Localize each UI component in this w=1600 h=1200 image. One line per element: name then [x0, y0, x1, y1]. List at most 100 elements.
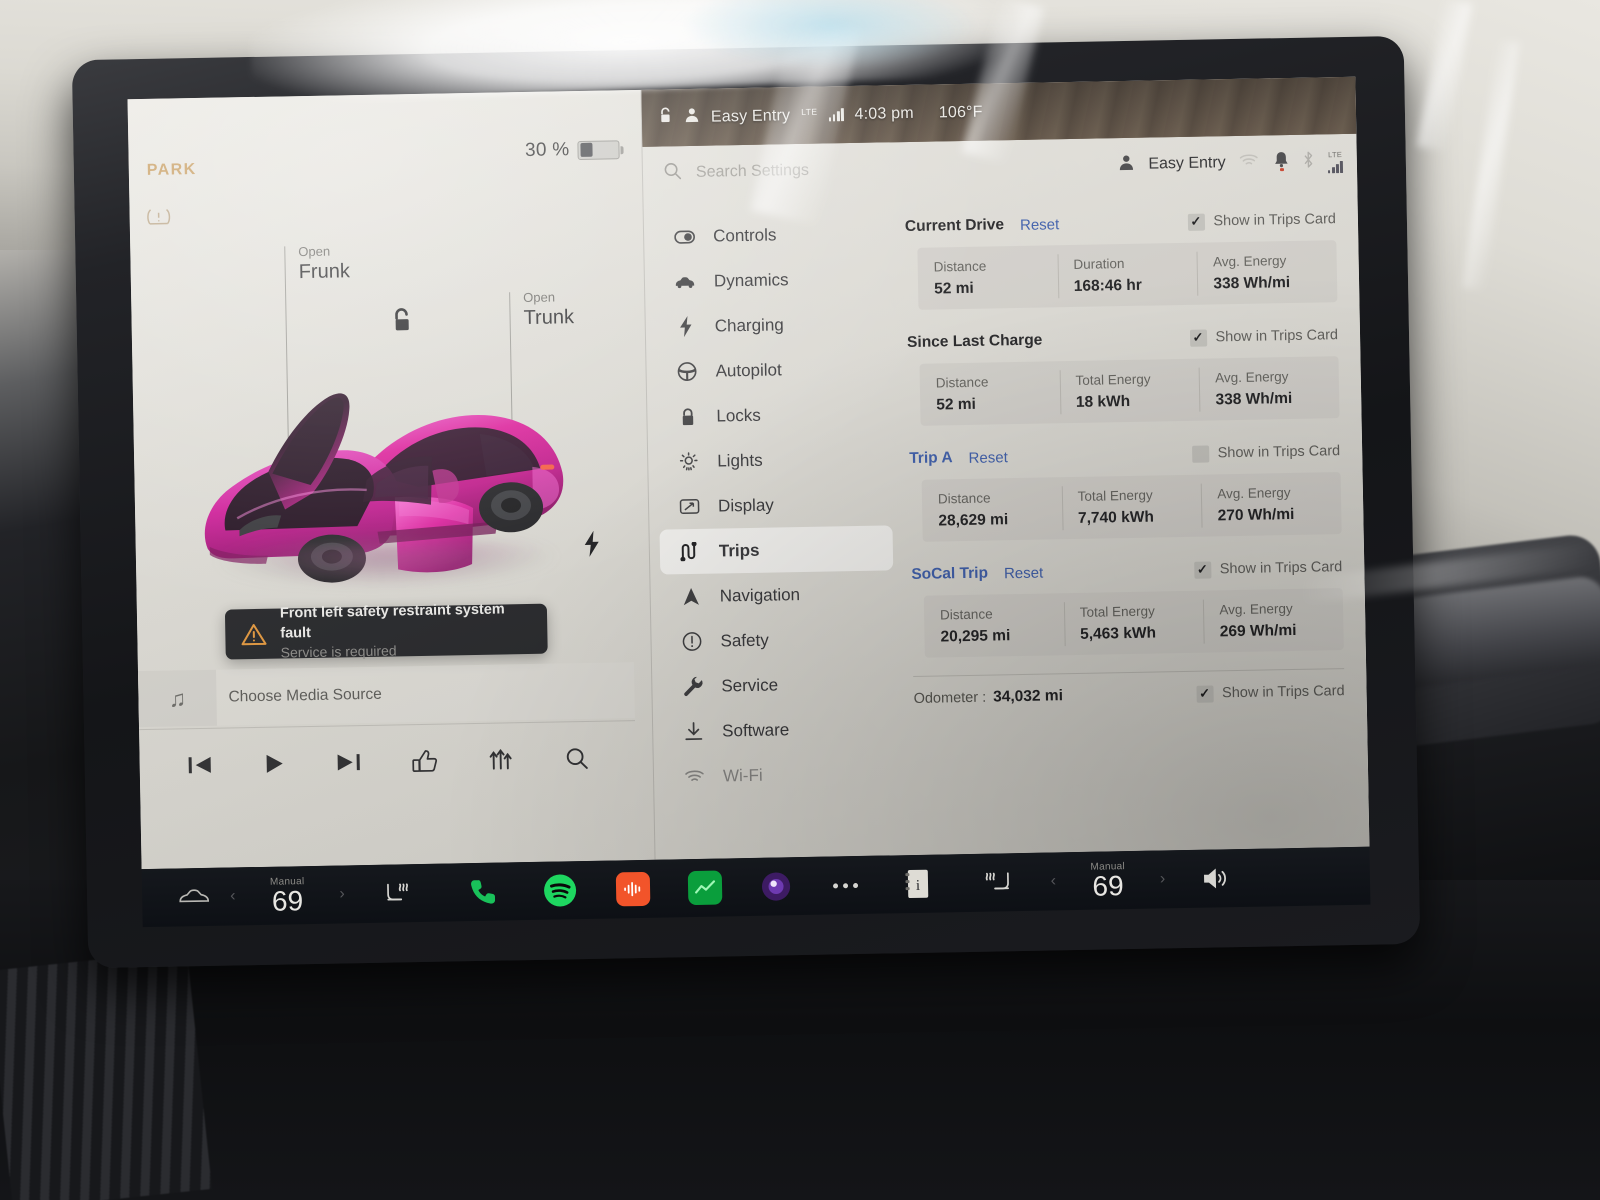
sidebar-item-service[interactable]: Service: [662, 660, 896, 709]
thumbs-up-button[interactable]: [412, 748, 438, 772]
show-in-trips-card-label: Show in Trips Card: [1213, 211, 1337, 230]
vehicle-illustration: [178, 346, 603, 604]
volume-icon[interactable]: [1171, 867, 1261, 891]
show-in-trips-card-label: Show in Trips Card: [1215, 327, 1339, 346]
theater-app-icon[interactable]: [740, 871, 811, 902]
settings-profile-label[interactable]: Easy Entry: [1148, 154, 1226, 173]
show-in-trips-card-label: Show in Trips Card: [1219, 559, 1343, 578]
bluetooth-icon[interactable]: [1301, 150, 1314, 173]
show-in-trips-card-toggle[interactable]: ✓ Show in Trips Card: [1195, 683, 1345, 703]
sidebar-item-dynamics[interactable]: Dynamics: [655, 255, 889, 304]
trips-content: Current Drive Reset ✓ Show in Trips Card…: [896, 188, 1369, 855]
settings-body: Controls Dynamics Charging Autopilot Loc…: [643, 188, 1369, 860]
reset-button[interactable]: Reset: [1020, 216, 1059, 234]
sidebar-item-display[interactable]: Display: [659, 480, 893, 529]
frunk-target-label: Frunk: [298, 260, 351, 284]
car-icon: [674, 270, 696, 292]
trip-section-header: Current Drive Reset ✓ Show in Trips Card: [905, 204, 1336, 242]
show-in-trips-card-toggle[interactable]: ✓ Show in Trips Card: [1189, 327, 1338, 347]
odometer-label: Odometer :: [913, 689, 987, 707]
right-temperature-control[interactable]: Manual 69: [1062, 860, 1155, 902]
trip-stats-row: Distance 52 mi Total Energy 18 kWh Avg. …: [919, 356, 1340, 426]
checkbox-checked[interactable]: ✓: [1189, 329, 1207, 347]
vehicle-status-panel[interactable]: PARK 30 % Open Frunk Open Trunk Front le…: [127, 89, 655, 870]
show-in-trips-card-toggle[interactable]: Show in Trips Card: [1191, 443, 1341, 463]
stat-cell: Distance 52 mi: [919, 361, 1060, 426]
signal-bars-icon: [1327, 160, 1344, 173]
car-icon[interactable]: [164, 888, 224, 907]
heated-seat-icon[interactable]: [952, 870, 1044, 896]
notification-bell-icon[interactable]: [1274, 151, 1289, 173]
show-in-trips-card-toggle[interactable]: ✓ Show in Trips Card: [1187, 211, 1336, 231]
reset-button[interactable]: Reset: [1004, 564, 1043, 582]
sidebar-item-autopilot[interactable]: Autopilot: [656, 345, 890, 394]
previous-track-button[interactable]: [187, 753, 213, 775]
temp-increase-right-button[interactable]: ›: [1154, 870, 1172, 888]
trip-stats-row: Distance 52 mi Duration 168:46 hr Avg. E…: [917, 240, 1338, 310]
temp-decrease-left-button[interactable]: ‹: [224, 887, 242, 905]
trip-road-icon: [679, 540, 701, 562]
next-track-button[interactable]: [335, 751, 361, 773]
battery-percent-label: 30 %: [524, 139, 570, 161]
spotify-app-icon[interactable]: [522, 873, 597, 908]
section-title[interactable]: SoCal Trip: [911, 565, 988, 584]
media-search-button[interactable]: [564, 745, 588, 769]
temp-increase-left-button[interactable]: ›: [333, 885, 351, 903]
vehicle-alert-toast[interactable]: Front left safety restraint system fault…: [224, 601, 548, 661]
sidebar-item-navigation[interactable]: Navigation: [660, 570, 894, 619]
settings-panel[interactable]: Easy Entry LTE 4:03 pm 106°F Search Sett…: [640, 76, 1370, 860]
sidebar-item-lights[interactable]: Lights: [658, 435, 892, 484]
frunk-open-callout[interactable]: Open Frunk: [284, 243, 351, 497]
heated-seat-icon[interactable]: [351, 881, 443, 907]
equalizer-button[interactable]: [488, 748, 514, 770]
energy-app-icon[interactable]: [668, 870, 741, 906]
trunk-action-label: Open: [523, 289, 556, 306]
play-button[interactable]: [263, 752, 285, 774]
checkbox-checked[interactable]: ✓: [1187, 213, 1205, 231]
stat-value: 18 kWh: [1075, 393, 1131, 412]
sidebar-item-wifi[interactable]: Wi-Fi: [664, 750, 898, 799]
sidebar-item-controls[interactable]: Controls: [654, 210, 888, 259]
sidebar-item-software[interactable]: Software: [663, 705, 897, 754]
reset-button[interactable]: Reset: [968, 449, 1007, 467]
sidebar-item-locks[interactable]: Locks: [657, 390, 891, 439]
statusbar-profile-label[interactable]: Easy Entry: [711, 107, 791, 126]
audio-app-icon[interactable]: [596, 871, 669, 907]
toybox-app-icon[interactable]: i: [880, 868, 953, 899]
media-source-row[interactable]: ♫ Choose Media Source: [137, 662, 635, 728]
trunk-open-callout[interactable]: Open Trunk: [509, 289, 574, 463]
stat-value: 52 mi: [933, 280, 974, 298]
show-in-trips-card-toggle[interactable]: ✓ Show in Trips Card: [1193, 559, 1343, 579]
stat-cell: Duration 168:46 hr: [1057, 243, 1198, 308]
left-temperature-control[interactable]: Manual 69: [241, 875, 334, 917]
checkbox-checked[interactable]: ✓: [1195, 684, 1214, 703]
media-controls-bar[interactable]: [139, 720, 637, 802]
checkbox-unchecked[interactable]: [1191, 445, 1209, 463]
show-in-trips-card-label: Show in Trips Card: [1217, 443, 1341, 462]
battery-indicator[interactable]: 30 %: [525, 138, 620, 162]
stat-value: 168:46 hr: [1073, 276, 1143, 296]
settings-nav-list[interactable]: Controls Dynamics Charging Autopilot Loc…: [643, 196, 908, 860]
checkbox-checked[interactable]: ✓: [1193, 560, 1211, 579]
sidebar-item-trips[interactable]: Trips: [659, 525, 894, 575]
sidebar-item-charging[interactable]: Charging: [655, 300, 889, 349]
statusbar-temperature: 106°F: [938, 103, 983, 121]
unlocked-padlock-icon[interactable]: [389, 306, 414, 334]
person-icon[interactable]: [684, 107, 700, 128]
lte-signal-icon[interactable]: LTE: [1327, 150, 1344, 173]
trip-stats-row: Distance 20,295 mi Total Energy 5,463 kW…: [923, 588, 1344, 658]
unlocked-padlock-icon[interactable]: [658, 106, 673, 129]
settings-header-right[interactable]: Easy Entry LTE: [1118, 134, 1344, 192]
tesla-touchscreen[interactable]: PARK 30 % Open Frunk Open Trunk Front le…: [127, 76, 1370, 870]
wifi-icon[interactable]: [1239, 153, 1261, 173]
stat-key: Total Energy: [1077, 487, 1153, 504]
phone-app-icon[interactable]: [442, 876, 523, 907]
temp-decrease-right-button[interactable]: ‹: [1044, 872, 1062, 890]
sidebar-item-safety[interactable]: Safety: [661, 615, 895, 664]
section-title[interactable]: Trip A: [909, 449, 953, 468]
padlock-icon: [676, 405, 698, 427]
stat-key: Distance: [937, 490, 991, 507]
sidebar-item-label: Navigation: [719, 584, 801, 605]
search-input[interactable]: Search Settings: [696, 162, 809, 182]
more-apps-icon[interactable]: [811, 882, 881, 888]
